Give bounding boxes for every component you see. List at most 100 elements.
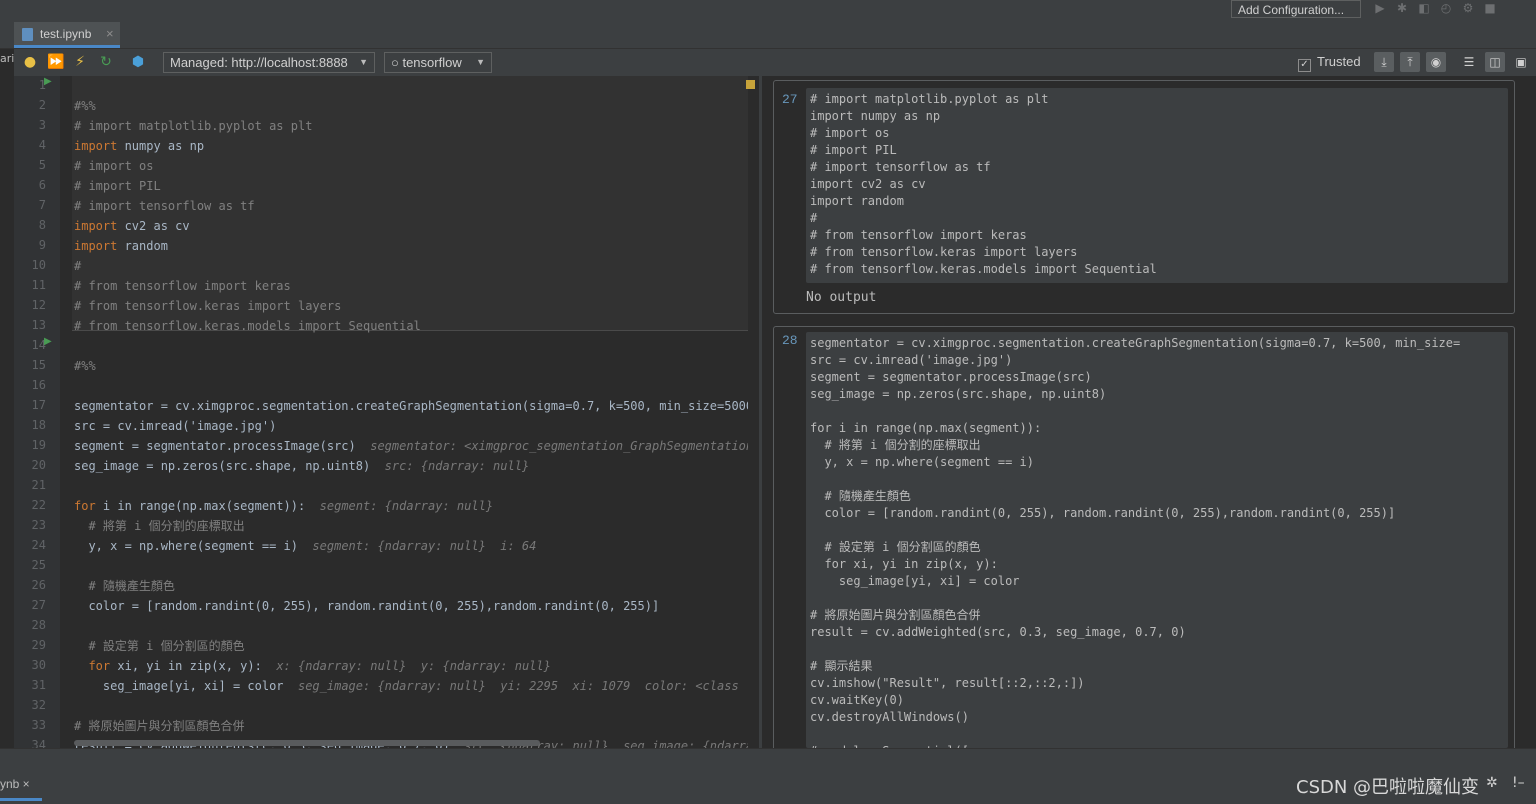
- top-toolbar: Add Configuration... ▶ ✱ ◧ ◴ ⚙ ■: [0, 0, 1536, 22]
- split-view-icon[interactable]: ◫: [1485, 52, 1505, 72]
- debug-icon[interactable]: ✱: [1394, 0, 1410, 16]
- line-number: 13: [31, 318, 46, 332]
- notebook-file-icon: [22, 28, 33, 41]
- run-cell-icon[interactable]: ▶: [44, 336, 52, 347]
- line-number: 6: [38, 178, 46, 192]
- stop-icon[interactable]: ■: [1482, 0, 1498, 16]
- keyword: for: [74, 499, 96, 513]
- editor-only-icon[interactable]: ☰: [1459, 52, 1479, 72]
- code-cell-1[interactable]: #%% # import matplotlib.pyplot as plt im…: [74, 76, 759, 748]
- code-line: # 隨機產生顏色: [74, 579, 175, 593]
- chevron-down-icon: ▼: [359, 57, 368, 67]
- line-number: 29: [31, 638, 46, 652]
- eye-icon[interactable]: ◉: [1426, 52, 1446, 72]
- line-number: 14: [31, 338, 46, 352]
- close-icon[interactable]: ×: [106, 22, 114, 46]
- vertical-scrollbar[interactable]: [748, 76, 759, 748]
- inline-debug-hint: x: {ndarray: null} y: {ndarray: null}: [276, 659, 551, 673]
- line-number: 24: [31, 538, 46, 552]
- horizontal-scrollbar[interactable]: [74, 740, 540, 746]
- attach-icon[interactable]: ⚙: [1460, 0, 1476, 16]
- status-bar: ynb × CSDN @巴啦啦魔仙变 ✲ !–: [0, 748, 1536, 804]
- code-line: import random: [74, 239, 183, 253]
- editor-tabbar: test.ipynb ×: [0, 22, 1536, 49]
- code-line: # 將原始圖片與分割區顏色合併: [74, 719, 245, 733]
- line-number: 1: [38, 78, 46, 92]
- bottom-tab[interactable]: ynb ×: [0, 777, 30, 791]
- keyword: import: [74, 139, 118, 153]
- code-line: # import os: [74, 159, 154, 173]
- profile-icon[interactable]: ◴: [1438, 0, 1454, 16]
- line-number: 23: [31, 518, 46, 532]
- line-number: 22: [31, 498, 46, 512]
- code-line: # 將第 i 個分割的座標取出: [74, 519, 245, 533]
- line-number: 4: [38, 138, 46, 152]
- add-configuration-button[interactable]: Add Configuration...: [1231, 0, 1361, 18]
- code-line: # from tensorflow.keras import layers: [74, 299, 342, 313]
- run-controls: ▶ ✱ ◧ ◴ ⚙ ■: [1372, 0, 1498, 18]
- run-all-icon[interactable]: ⏩: [47, 54, 64, 70]
- kernel-select[interactable]: ○ tensorflow ▼: [384, 52, 492, 73]
- code-line: # import PIL: [74, 179, 161, 193]
- tab-test-ipynb[interactable]: test.ipynb ×: [14, 22, 120, 48]
- scroll-down-icon[interactable]: ⤓: [1374, 52, 1394, 72]
- code-line: # import tensorflow as tf: [74, 199, 255, 213]
- keyword: import: [74, 239, 118, 253]
- scroll-up-icon[interactable]: ⤒: [1400, 52, 1420, 72]
- inline-debug-hint: seg_image: {ndarray: null} yi: 2295 xi: …: [297, 679, 759, 693]
- line-number: 10: [31, 258, 46, 272]
- code-line: import numpy as np: [74, 139, 219, 153]
- code-line: # from tensorflow.keras.models import Se…: [74, 319, 421, 333]
- jupyter-icon[interactable]: ⬢: [130, 54, 146, 70]
- line-number: 5: [38, 158, 46, 172]
- tab-label: test.ipynb: [40, 27, 92, 41]
- cell-code-28: segmentator = cv.ximgproc.segmentation.c…: [806, 332, 1508, 748]
- line-number: 27: [31, 598, 46, 612]
- notebook-preview: 27 # import matplotlib.pyplot as plt imp…: [762, 76, 1536, 748]
- line-number: 32: [31, 698, 46, 712]
- line-number: 33: [31, 718, 46, 732]
- gear-icon[interactable]: ✲: [1486, 775, 1498, 791]
- code-line: segment = segmentator.processImage(src): [74, 439, 371, 453]
- line-number: 9: [38, 238, 46, 252]
- run-icon[interactable]: ▶: [1372, 0, 1388, 16]
- server-label: Managed: http://localhost:8888: [170, 55, 348, 70]
- line-number: 21: [31, 478, 46, 492]
- code-line: seg_image[yi, xi] = color: [74, 679, 298, 693]
- warning-marker-icon[interactable]: [746, 80, 755, 89]
- chevron-down-icon: ▼: [476, 57, 485, 67]
- code-editor[interactable]: 1 2 3 4 5 6 7 8 9 10 11 12 13 14 15 16 17 18 19 20 21 22 23 24 2…: [14, 76, 759, 748]
- line-number: 3: [38, 118, 46, 132]
- lightbulb-icon[interactable]: ●: [22, 54, 38, 70]
- line-number: 8: [38, 218, 46, 232]
- code-line: #%%: [74, 99, 96, 113]
- code-line: # 設定第 i 個分割區的顏色: [74, 639, 245, 653]
- code-line: # from tensorflow import keras: [74, 279, 291, 293]
- line-number: 20: [31, 458, 46, 472]
- code-line: segmentator = cv.ximgproc.segmentation.c…: [74, 399, 759, 413]
- trusted-checkbox[interactable]: ✓ Trusted: [1298, 54, 1361, 72]
- line-number: 17: [31, 398, 46, 412]
- code-line: import cv2 as cv: [74, 219, 205, 233]
- inline-debug-hint: segment: {ndarray: null}: [319, 499, 494, 513]
- inline-debug-hint: segment: {ndarray: null} i: 64: [312, 539, 537, 553]
- code-line: #%%: [74, 359, 96, 373]
- server-select[interactable]: Managed: http://localhost:8888 ▼: [163, 52, 375, 73]
- line-number: 28: [31, 618, 46, 632]
- line-number: 11: [31, 278, 46, 292]
- code-line: seg_image = np.zeros(src.shape, np.uint8…: [74, 459, 385, 473]
- restart-kernel-icon[interactable]: ↻: [98, 54, 114, 70]
- interrupt-icon[interactable]: ⚡: [72, 54, 88, 70]
- preview-only-icon[interactable]: ▣: [1511, 52, 1531, 72]
- line-number: 15: [31, 358, 46, 372]
- watermark: CSDN @巴啦啦魔仙变: [1296, 777, 1480, 798]
- keyword: import: [74, 219, 118, 233]
- keyword: for: [88, 659, 111, 673]
- line-number: 31: [31, 678, 46, 692]
- cell-execution-number: 28: [782, 333, 798, 348]
- notification-icon[interactable]: !–: [1512, 775, 1525, 791]
- run-cell-icon[interactable]: ▶: [44, 76, 52, 87]
- code-line: y, x = np.where(segment == i): [74, 539, 313, 553]
- coverage-icon[interactable]: ◧: [1416, 0, 1432, 16]
- trusted-label: Trusted: [1317, 54, 1361, 69]
